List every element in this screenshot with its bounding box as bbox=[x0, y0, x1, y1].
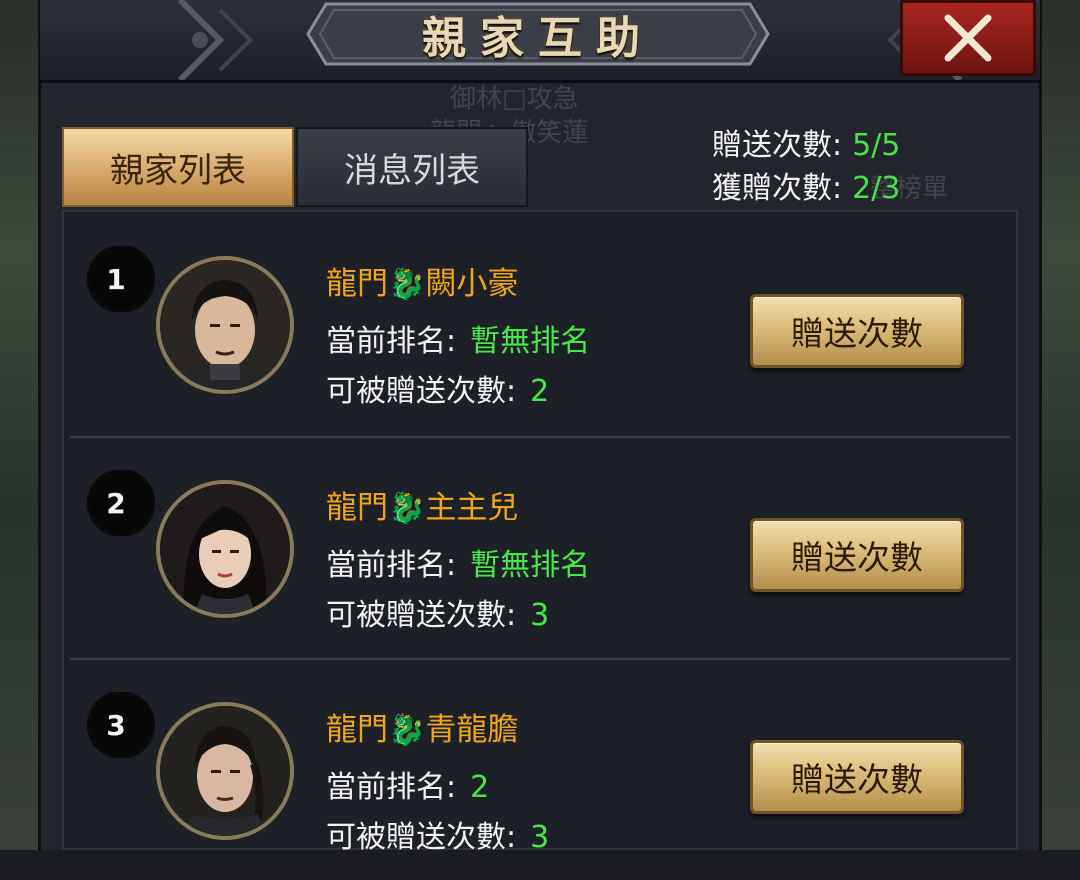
avatar[interactable] bbox=[156, 702, 294, 840]
tab-message-list[interactable]: 消息列表 bbox=[296, 127, 528, 207]
giftable-value: 3 bbox=[530, 598, 550, 633]
giftable-label: 可被贈送次數: bbox=[326, 598, 517, 633]
list-item: 1 龍門🐉闕小豪 當前排名: 暫無排名 可被贈送次數: 2 贈送次數 bbox=[64, 212, 1016, 434]
rank-badge: 2 bbox=[86, 470, 156, 536]
giftable-line: 可被贈送次數: 2 bbox=[326, 366, 549, 410]
avatar[interactable] bbox=[156, 480, 294, 618]
list-item: 3 龍門🐉青龍膽 當前排名: 2 可被贈送次數: 3 贈送次數 bbox=[64, 658, 1016, 880]
giftable-value: 2 bbox=[530, 374, 550, 409]
guild-prefix: 龍門 bbox=[326, 712, 388, 748]
received-count-stat: 獲贈次數: 2/3 bbox=[712, 163, 900, 207]
giftable-label: 可被贈送次數: bbox=[326, 374, 517, 409]
male-portrait-icon bbox=[160, 260, 290, 390]
player-name-text: 闕小豪 bbox=[425, 266, 519, 302]
dragon-icon: 🐉 bbox=[388, 713, 426, 748]
received-count-label: 獲贈次數: bbox=[712, 171, 843, 206]
female-portrait-icon bbox=[160, 484, 290, 614]
male-braided-portrait-icon bbox=[160, 706, 290, 836]
send-count-stat: 贈送次數: 5/5 bbox=[712, 120, 900, 164]
close-button[interactable] bbox=[900, 0, 1036, 76]
avatar[interactable] bbox=[156, 256, 294, 394]
received-count-value: 2/3 bbox=[852, 171, 901, 206]
player-name-text: 主主兒 bbox=[425, 490, 519, 526]
guild-prefix: 龍門 bbox=[326, 266, 388, 302]
tab-family-list[interactable]: 親家列表 bbox=[62, 127, 294, 207]
send-count-label: 贈送次數: bbox=[712, 128, 843, 163]
rank-badge: 1 bbox=[86, 246, 156, 312]
dragon-icon: 🐉 bbox=[388, 267, 426, 302]
giftable-line: 可被贈送次數: 3 bbox=[326, 590, 549, 634]
send-count-value: 5/5 bbox=[852, 128, 901, 163]
current-rank-line: 當前排名: 2 bbox=[326, 762, 489, 806]
background-scene-left bbox=[0, 0, 40, 850]
current-rank-value: 暫無排名 bbox=[470, 548, 591, 583]
current-rank-label: 當前排名: bbox=[326, 548, 457, 583]
gift-button[interactable]: 贈送次數 bbox=[750, 518, 964, 592]
background-scene-right bbox=[1040, 0, 1080, 850]
list-item: 2 龍門🐉主主兒 當前排名: 暫無排名 可被贈送次數: 3 贈送次數 bbox=[64, 436, 1016, 658]
giftable-line: 可被贈送次數: 3 bbox=[326, 812, 549, 856]
gift-button[interactable]: 贈送次數 bbox=[750, 740, 964, 814]
rank-badge: 3 bbox=[86, 692, 156, 758]
current-rank-label: 當前排名: bbox=[326, 324, 457, 359]
player-name[interactable]: 龍門🐉主主兒 bbox=[326, 482, 518, 527]
current-rank-value: 暫無排名 bbox=[470, 324, 591, 359]
dragon-icon: 🐉 bbox=[388, 491, 426, 526]
current-rank-value: 2 bbox=[470, 770, 490, 805]
player-name[interactable]: 龍門🐉闕小豪 bbox=[326, 258, 518, 303]
background-faded-text: 御林□攻急 bbox=[450, 84, 579, 114]
family-list: 1 龍門🐉闕小豪 當前排名: 暫無排名 可被贈送次數: 2 贈送次數 2 龍門🐉… bbox=[62, 210, 1018, 855]
current-rank-label: 當前排名: bbox=[326, 770, 457, 805]
player-name[interactable]: 龍門🐉青龍膽 bbox=[326, 704, 518, 749]
guild-prefix: 龍門 bbox=[326, 490, 388, 526]
dialog-title: 親家互助 bbox=[422, 13, 654, 64]
player-name-text: 青龍膽 bbox=[425, 712, 519, 748]
close-icon bbox=[944, 14, 992, 62]
current-rank-line: 當前排名: 暫無排名 bbox=[326, 316, 590, 360]
gift-button[interactable]: 贈送次數 bbox=[750, 294, 964, 368]
current-rank-line: 當前排名: 暫無排名 bbox=[326, 540, 590, 584]
